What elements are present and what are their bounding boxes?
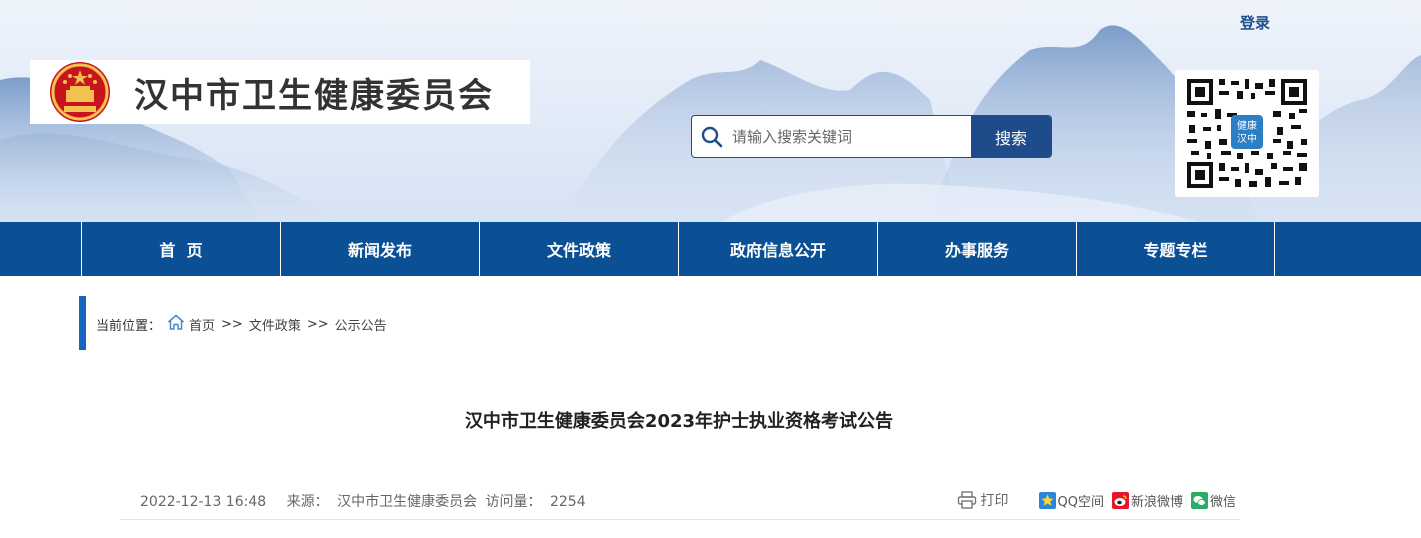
article-title: 汉中市卫生健康委员会2023年护士执业资格考试公告 [464,411,894,432]
nav-item-label: 专题专栏 [1143,241,1208,260]
article-source-label: 来源： [286,494,329,510]
breadcrumb-policy-link[interactable]: 文件政策 [249,315,301,334]
article-source: 汉中市卫生健康委员会 [337,494,478,510]
qr-code-image: 健康 汉中 [1185,77,1309,190]
qr-code: 健康 汉中 [1175,70,1319,197]
printer-icon [957,491,976,509]
share-weibo-button[interactable]: 新浪微博 [1111,491,1183,510]
nav-item-special-topics[interactable]: 专题专栏 [1076,222,1275,276]
print-label: 打印 [980,493,1009,509]
article-date: 2022-12-13 16:48 [140,494,267,510]
national-emblem-icon [50,62,110,122]
share-label: 新浪微博 [1130,494,1183,510]
nav-item-label: 首 页 [159,241,203,260]
article-views: 2254 [549,494,586,510]
qr-badge-text: 汉中 [1237,132,1257,145]
site-header: 登录 汉中市卫生健康委员会 搜索 [0,0,1421,222]
search-input[interactable] [732,116,971,157]
weibo-icon [1111,491,1129,509]
nav-item-label: 政府信息公开 [729,241,826,260]
breadcrumb-separator: >> [306,316,329,332]
site-logo[interactable]: 汉中市卫生健康委员会 [30,60,530,124]
site-title: 汉中市卫生健康委员会 [134,75,494,116]
home-icon[interactable] [167,314,185,334]
main-nav: 首 页 新闻发布 文件政策 政府信息公开 办事服务 专题专栏 [0,222,1421,276]
share-wechat-button[interactable]: 微信 [1190,491,1236,510]
qzone-icon [1038,491,1056,509]
breadcrumb-prefix: 当前位置： [96,318,162,334]
search-bar: 搜索 [691,115,1052,158]
share-qzone-button[interactable]: QQ空间 [1038,491,1104,510]
breadcrumb-notice-link[interactable]: 公示公告 [335,315,387,334]
nav-item-label: 办事服务 [944,241,1009,260]
wechat-icon [1190,491,1208,509]
share-label: QQ空间 [1057,494,1104,510]
article-views-label: 访问量： [485,494,542,510]
nav-item-label: 新闻发布 [347,241,412,260]
breadcrumb: 当前位置： 首页 >> 文件政策 >> 公示公告 [79,296,1239,350]
nav-item-government-info[interactable]: 政府信息公开 [678,222,877,276]
search-button[interactable]: 搜索 [971,116,1051,157]
breadcrumb-accent-bar [79,296,86,350]
nav-item-label: 文件政策 [546,241,611,260]
nav-item-policy-documents[interactable]: 文件政策 [479,222,678,276]
breadcrumb-separator: >> [221,316,243,332]
share-label: 微信 [1209,494,1236,510]
nav-item-news[interactable]: 新闻发布 [280,222,479,276]
nav-item-home[interactable]: 首 页 [81,222,280,276]
print-button[interactable]: 打印 [957,490,1009,510]
nav-item-services[interactable]: 办事服务 [877,222,1076,276]
search-icon [692,116,732,157]
breadcrumb-home-link[interactable]: 首页 [189,315,215,334]
qr-badge-text: 健康 [1237,119,1257,132]
login-link[interactable]: 登录 [1240,12,1270,33]
article-meta: 2022-12-13 16:48 来源： 汉中市卫生健康委员会 访问量： 225… [120,480,1240,520]
